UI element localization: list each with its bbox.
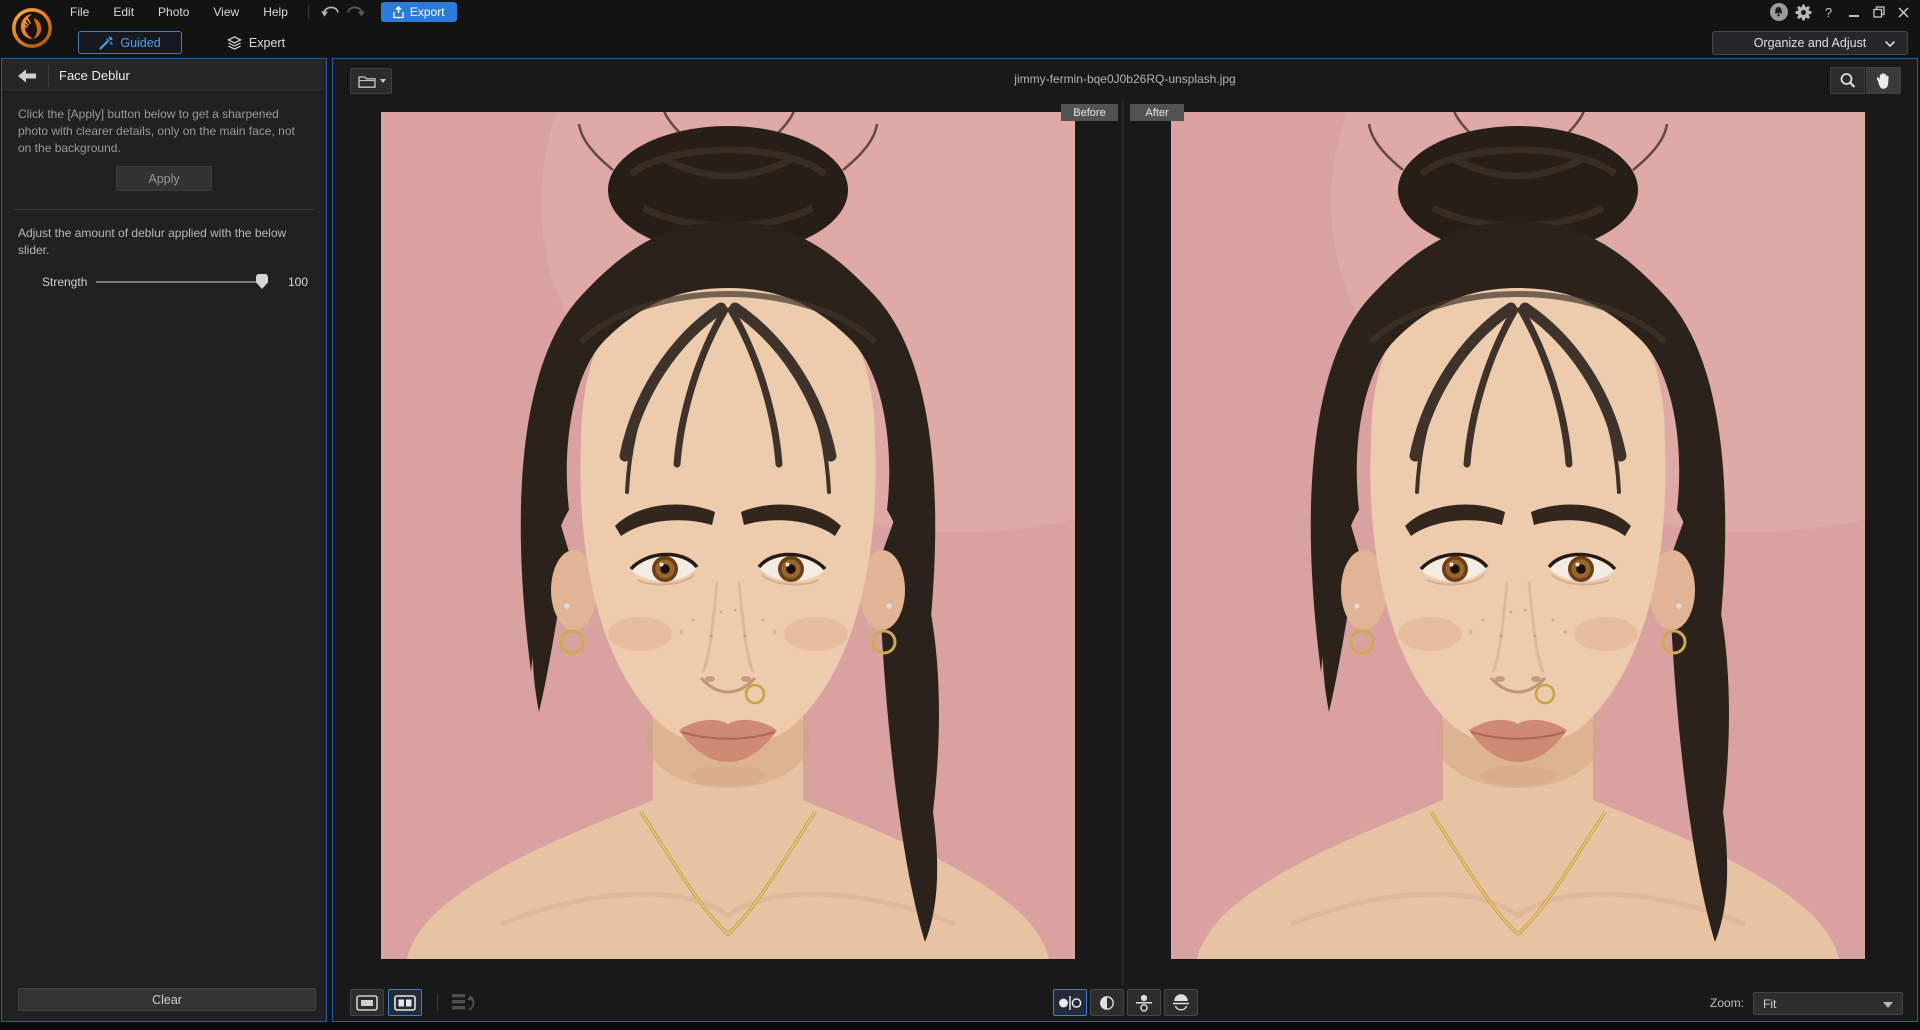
split-view-icon	[394, 995, 416, 1011]
undo-icon	[321, 5, 339, 19]
export-label: Export	[410, 5, 445, 19]
strength-row: Strength 100	[2, 271, 326, 293]
magnifier-icon	[1839, 72, 1857, 90]
export-button[interactable]: Export	[381, 2, 457, 22]
panel-description: Click the [Apply] button below to get a …	[18, 106, 310, 157]
compare-split-horizontal-icon	[1169, 994, 1193, 1012]
photodirector-window: File Edit Photo View Help	[0, 0, 1920, 1030]
titlebar: File Edit Photo View Help	[0, 0, 1920, 24]
redo-button[interactable]	[343, 2, 369, 22]
portrait-photo	[1171, 112, 1865, 959]
hand-pan-icon	[1875, 72, 1892, 90]
compare-split-icon	[1095, 995, 1119, 1011]
settings-gear-icon	[1795, 4, 1812, 21]
image-before	[381, 112, 1075, 959]
divider	[14, 209, 314, 210]
back-arrow-icon	[18, 69, 37, 83]
redo-icon	[347, 5, 365, 19]
filename: jimmy-fermin-bqe0J0b26RQ-unsplash.jpg	[333, 72, 1917, 86]
workspace-switcher[interactable]: Organize and Adjust	[1712, 31, 1908, 55]
restore-button[interactable]	[1866, 0, 1891, 24]
before-tab[interactable]: Before	[1061, 104, 1118, 121]
canvas-divider	[1122, 101, 1124, 985]
strength-label: Strength	[42, 275, 87, 289]
undo-button[interactable]	[317, 2, 343, 22]
window-bottom-edge	[0, 1022, 1920, 1030]
tab-guided[interactable]: Guided	[78, 31, 182, 54]
canvas: Before After	[333, 101, 1917, 985]
mode-tabrow: Guided Expert Organize and Adjust	[0, 24, 1920, 58]
strength-slider[interactable]	[96, 271, 268, 293]
compare-top-bottom-button[interactable]	[1127, 989, 1161, 1016]
settings-button[interactable]	[1791, 0, 1816, 24]
body: Face Deblur Click the [Apply] button bel…	[0, 58, 1920, 1022]
window-controls: ?	[1766, 0, 1916, 24]
portrait-photo	[381, 112, 1075, 959]
single-view-button[interactable]	[350, 989, 384, 1016]
compare-split-button[interactable]	[1090, 989, 1124, 1016]
menu-photo[interactable]: Photo	[146, 5, 201, 19]
export-icon	[393, 6, 404, 19]
compare-top-bottom-icon	[1132, 994, 1156, 1012]
workspace-switcher-label: Organize and Adjust	[1754, 36, 1867, 50]
chevron-down-icon	[1884, 40, 1896, 48]
close-button[interactable]	[1891, 0, 1916, 24]
viewer: jimmy-fermin-bqe0J0b26RQ-unsplash.jpg	[332, 58, 1918, 1022]
menu-view[interactable]: View	[201, 5, 251, 19]
tab-expert[interactable]: Expert	[204, 31, 308, 54]
apply-button[interactable]: Apply	[116, 166, 212, 191]
slider-hint: Adjust the amount of deblur applied with…	[18, 225, 310, 259]
layers-icon	[227, 36, 242, 50]
zoom-tool-button[interactable]	[1830, 67, 1865, 94]
after-tab[interactable]: After	[1130, 104, 1184, 121]
divider	[308, 5, 309, 19]
apply-to-all-button[interactable]	[451, 992, 477, 1019]
menu-file[interactable]: File	[58, 5, 101, 19]
app-logo	[10, 6, 54, 50]
pan-tool-button[interactable]	[1866, 67, 1901, 94]
compare-side-by-side-button[interactable]	[1053, 989, 1087, 1016]
compare-side-by-side-icon	[1058, 995, 1082, 1011]
tab-expert-label: Expert	[249, 36, 285, 50]
apply-to-all-icon	[451, 992, 477, 1014]
slider-track[interactable]	[96, 281, 268, 283]
menubar: File Edit Photo View Help	[58, 0, 457, 24]
zoom-label: Zoom:	[1710, 996, 1744, 1010]
divider	[48, 65, 49, 87]
single-view-icon	[356, 995, 378, 1011]
close-icon	[1898, 7, 1909, 18]
help-button[interactable]: ?	[1816, 0, 1841, 24]
tab-guided-label: Guided	[120, 36, 160, 50]
notifications-button[interactable]	[1766, 0, 1791, 24]
zoom-level-dropdown[interactable]: Fit	[1753, 992, 1903, 1015]
notification-bell-icon	[1770, 3, 1788, 21]
back-button[interactable]	[10, 64, 44, 88]
panel-title: Face Deblur	[59, 68, 130, 83]
face-deblur-panel: Face Deblur Click the [Apply] button bel…	[1, 58, 327, 1022]
strength-value: 100	[288, 275, 308, 289]
clear-button[interactable]: Clear	[18, 988, 316, 1011]
viewer-toolbar-bottom: Zoom: Fit	[333, 985, 1917, 1021]
caret-down-icon	[1883, 1002, 1893, 1008]
help-icon: ?	[1825, 5, 1832, 20]
viewer-toolbar-top: jimmy-fermin-bqe0J0b26RQ-unsplash.jpg	[333, 59, 1917, 101]
menu-edit[interactable]: Edit	[101, 5, 146, 19]
minimize-button[interactable]	[1841, 0, 1866, 24]
menu-help[interactable]: Help	[251, 5, 300, 19]
compare-split-horizontal-button[interactable]	[1164, 989, 1198, 1016]
restore-icon	[1873, 6, 1885, 18]
image-after	[1171, 112, 1865, 959]
minimize-icon	[1849, 15, 1859, 17]
compare-view-button[interactable]	[388, 989, 422, 1016]
slider-thumb[interactable]	[256, 274, 268, 289]
zoom-level-value: Fit	[1763, 997, 1776, 1011]
divider	[437, 994, 438, 1011]
wand-icon	[99, 36, 113, 50]
panel-header: Face Deblur	[2, 59, 326, 93]
